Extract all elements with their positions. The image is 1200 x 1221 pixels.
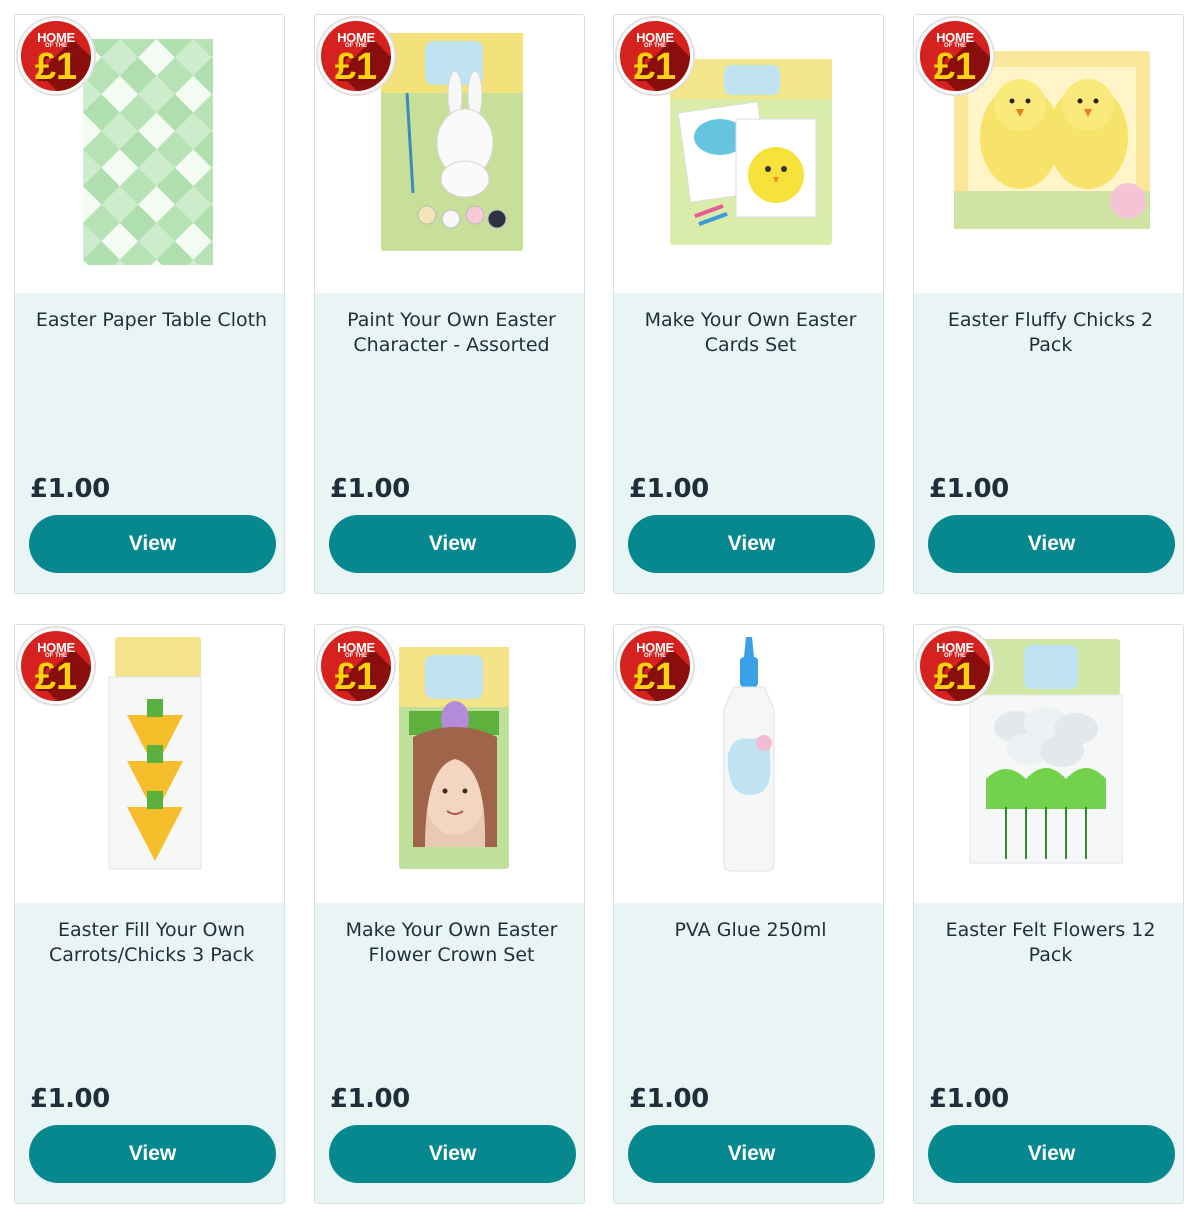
view-button[interactable]: View [628,1125,875,1183]
pva-glue-image [723,637,775,872]
home-of-the-pound-badge: HOME OF THE £1 [318,628,394,704]
product-price: £1.00 [929,474,1009,504]
product-title[interactable]: PVA Glue 250ml [628,918,873,943]
flower-crown-image [399,647,509,869]
product-title[interactable]: Make Your Own Easter Cards Set [628,308,873,358]
fill-carrots-image [108,637,202,870]
product-price: £1.00 [330,1084,410,1114]
easter-cards-image [670,59,832,245]
product-price: £1.00 [30,474,110,504]
paint-bunny-image [381,33,523,251]
product-card[interactable]: HOME OF THE £1 Make Your Own Easter Card… [613,14,884,594]
product-title[interactable]: Easter Fill Your Own Carrots/Chicks 3 Pa… [29,918,274,968]
home-of-the-pound-badge: HOME OF THE £1 [617,18,693,94]
product-card[interactable]: HOME OF THE £1 Easter Felt Flowers 12 Pa… [913,624,1184,1204]
product-card[interactable]: HOME OF THE £1 Easter Fluffy Chicks 2 Pa… [913,14,1184,594]
product-card[interactable]: HOME OF THE £1 Make Your Own Easter Flow… [314,624,585,1204]
home-of-the-pound-badge: HOME OF THE £1 [18,18,94,94]
product-title[interactable]: Easter Paper Table Cloth [29,308,274,333]
view-button[interactable]: View [628,515,875,573]
product-title[interactable]: Make Your Own Easter Flower Crown Set [329,918,574,968]
product-card[interactable]: HOME OF THE £1 Easter Fill Your Own Carr… [14,624,285,1204]
product-title[interactable]: Easter Felt Flowers 12 Pack [928,918,1173,968]
home-of-the-pound-badge: HOME OF THE £1 [18,628,94,704]
product-price: £1.00 [629,1084,709,1114]
home-of-the-pound-badge: HOME OF THE £1 [617,628,693,704]
product-card[interactable]: HOME OF THE £1 Paint Your Own Easter Cha… [314,14,585,594]
view-button[interactable]: View [329,1125,576,1183]
product-card[interactable]: HOME OF THE £1 PVA Glue 250ml £1.00 View [613,624,884,1204]
product-title[interactable]: Easter Fluffy Chicks 2 Pack [928,308,1173,358]
product-price: £1.00 [30,1084,110,1114]
home-of-the-pound-badge: HOME OF THE £1 [318,18,394,94]
view-button[interactable]: View [29,1125,276,1183]
view-button[interactable]: View [329,515,576,573]
product-card[interactable]: HOME OF THE £1 Easter Paper Table Cloth … [14,14,285,594]
view-button[interactable]: View [928,515,1175,573]
product-price: £1.00 [929,1084,1009,1114]
home-of-the-pound-badge: HOME OF THE £1 [917,628,993,704]
tablecloth-image [83,39,213,265]
view-button[interactable]: View [29,515,276,573]
home-of-the-pound-badge: HOME OF THE £1 [917,18,993,94]
product-price: £1.00 [629,474,709,504]
product-price: £1.00 [330,474,410,504]
product-title[interactable]: Paint Your Own Easter Character - Assort… [329,308,574,358]
view-button[interactable]: View [928,1125,1175,1183]
